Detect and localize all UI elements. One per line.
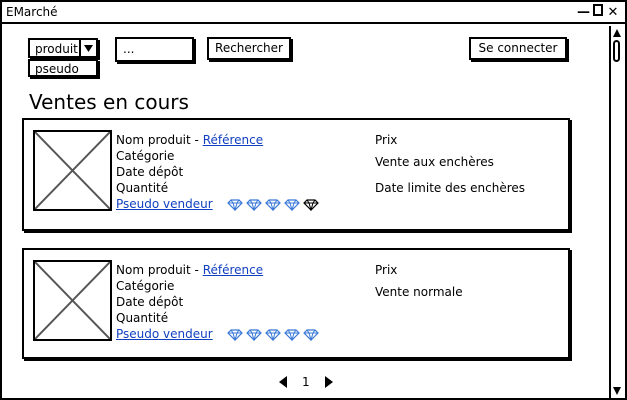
diamond-filled-icon	[283, 198, 300, 211]
diamond-filled-icon	[264, 198, 281, 211]
sale-type: Vente aux enchères	[375, 155, 494, 169]
auction-deadline: Date limite des enchères	[375, 181, 526, 195]
current-page-number[interactable]: 1	[302, 375, 310, 389]
chevron-down-icon[interactable]	[79, 40, 96, 56]
date-deposit: Date dépôt	[116, 165, 184, 179]
vertical-scrollbar[interactable]	[609, 26, 623, 398]
window-controls: — ✕	[577, 4, 619, 21]
quantity: Quantité	[116, 181, 169, 195]
product-name: Nom produit	[116, 263, 191, 277]
scroll-down-icon[interactable]	[612, 385, 622, 397]
diamond-empty-icon	[302, 198, 319, 211]
product-image-placeholder	[33, 260, 112, 341]
diamond-filled-icon	[245, 328, 262, 341]
seller-rating	[226, 198, 319, 211]
search-button[interactable]: Rechercher	[207, 37, 291, 60]
app-window: EMarché — ✕ produit pseudo ... Recherche…	[0, 0, 627, 400]
category: Catégorie	[116, 149, 175, 163]
diamond-filled-icon	[283, 328, 300, 341]
diamond-filled-icon	[226, 328, 243, 341]
quantity: Quantité	[116, 311, 169, 325]
name-separator: -	[190, 133, 203, 147]
product-name: Nom produit	[116, 133, 191, 147]
maximize-icon[interactable]	[592, 4, 604, 21]
close-icon[interactable]: ✕	[607, 5, 619, 21]
listing-card[interactable]: Nom produit - Référence Catégorie Date d…	[22, 118, 570, 231]
diamond-filled-icon	[226, 198, 243, 211]
diamond-filled-icon	[264, 328, 281, 341]
seller-link[interactable]: Pseudo vendeur	[116, 327, 213, 341]
seller-link[interactable]: Pseudo vendeur	[116, 197, 213, 211]
search-filter-value: produit	[35, 42, 78, 56]
reference-link[interactable]: Référence	[203, 263, 263, 277]
window-title: EMarché	[6, 5, 58, 19]
minimize-icon[interactable]: —	[577, 5, 590, 21]
previous-page-icon[interactable]	[278, 375, 288, 389]
listing-info: Nom produit - Référence Catégorie Date d…	[116, 132, 319, 212]
search-filter-select[interactable]: produit	[28, 38, 98, 58]
sale-type: Vente normale	[375, 285, 463, 299]
pagination: 1	[278, 375, 334, 389]
seller-rating	[226, 328, 319, 341]
product-image-placeholder	[33, 130, 112, 211]
connect-button[interactable]: Se connecter	[469, 37, 567, 60]
scroll-thumb[interactable]	[613, 40, 620, 62]
search-filter-option[interactable]: pseudo	[28, 59, 98, 77]
reference-link[interactable]: Référence	[203, 133, 263, 147]
scroll-up-icon[interactable]	[612, 27, 622, 39]
price: Prix	[375, 133, 398, 147]
price: Prix	[375, 263, 398, 277]
diamond-filled-icon	[245, 198, 262, 211]
search-input[interactable]: ...	[115, 37, 194, 62]
date-deposit: Date dépôt	[116, 295, 184, 309]
next-page-icon[interactable]	[324, 375, 334, 389]
listing-info: Nom produit - Référence Catégorie Date d…	[116, 262, 319, 342]
category: Catégorie	[116, 279, 175, 293]
title-bar: EMarché — ✕	[2, 2, 625, 24]
name-separator: -	[190, 263, 203, 277]
page-title: Ventes en cours	[29, 90, 189, 114]
diamond-filled-icon	[302, 328, 319, 341]
listing-card[interactable]: Nom produit - Référence Catégorie Date d…	[22, 248, 570, 359]
